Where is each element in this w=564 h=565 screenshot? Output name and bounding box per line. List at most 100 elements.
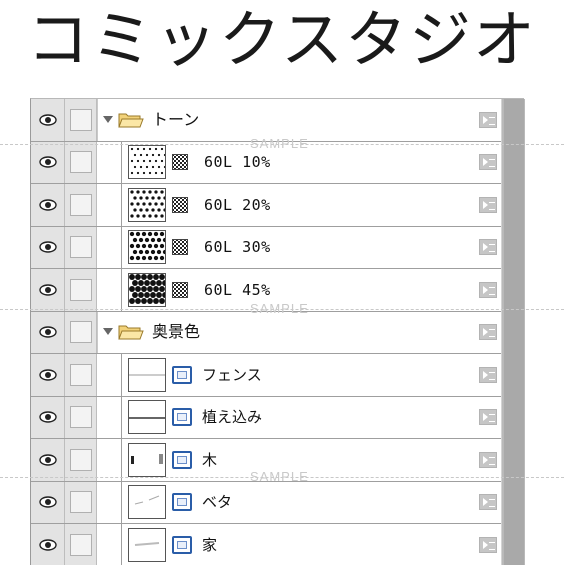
- layer-main[interactable]: 家: [121, 524, 501, 565]
- visibility-toggle[interactable]: [31, 269, 65, 311]
- eye-icon: [39, 326, 57, 338]
- visibility-toggle[interactable]: [31, 396, 65, 438]
- indent-spacer: [97, 481, 121, 523]
- lock-checkbox[interactable]: [70, 363, 92, 386]
- layer-row[interactable]: 60L 45%: [31, 269, 501, 312]
- layer-thumbnail: [128, 527, 166, 562]
- visibility-toggle[interactable]: [31, 99, 65, 141]
- layer-property-icon[interactable]: [479, 536, 497, 553]
- layer-property-icon[interactable]: [479, 494, 497, 511]
- chevron-down-icon[interactable]: [103, 115, 113, 123]
- folder-open-icon: [118, 325, 144, 340]
- layer-thumbnail: [128, 400, 166, 435]
- lock-checkbox[interactable]: [70, 533, 92, 556]
- lock-toggle[interactable]: [65, 354, 97, 396]
- visibility-toggle[interactable]: [31, 226, 65, 268]
- lock-checkbox[interactable]: [70, 108, 92, 131]
- layer-row[interactable]: フェンス: [31, 354, 501, 397]
- layer-property-icon[interactable]: [479, 111, 497, 128]
- layer-main[interactable]: フェンス: [121, 354, 501, 396]
- visibility-toggle[interactable]: [31, 439, 65, 481]
- layer-property-icon[interactable]: [479, 409, 497, 426]
- lock-checkbox[interactable]: [70, 193, 92, 216]
- layer-property-icon[interactable]: [479, 281, 497, 298]
- visibility-toggle[interactable]: [31, 354, 65, 396]
- eye-icon: [39, 454, 57, 466]
- layer-property-icon[interactable]: [479, 196, 497, 213]
- raster-thumbnail: [129, 417, 165, 419]
- layer-name: 奥景色: [152, 322, 201, 342]
- eye-icon: [39, 496, 57, 508]
- layer-row[interactable]: 60L 10%: [31, 141, 501, 184]
- lock-checkbox[interactable]: [70, 406, 92, 429]
- chevron-down-icon[interactable]: [103, 328, 113, 336]
- lock-checkbox[interactable]: [70, 491, 92, 514]
- lock-toggle[interactable]: [65, 269, 97, 311]
- layer-row[interactable]: 家: [31, 524, 501, 565]
- lock-toggle[interactable]: [65, 396, 97, 438]
- eye-icon: [39, 199, 57, 211]
- layer-main[interactable]: 60L 20%: [121, 184, 501, 226]
- eye-icon: [39, 241, 57, 253]
- layer-thumbnail: [128, 357, 166, 392]
- lock-toggle[interactable]: [65, 311, 97, 353]
- visibility-toggle[interactable]: [31, 311, 65, 353]
- raster-thumbnail: [134, 541, 160, 546]
- tone-layer-icon: [172, 281, 188, 298]
- layer-row[interactable]: 60L 30%: [31, 226, 501, 269]
- layer-main[interactable]: 奥景色: [97, 311, 501, 353]
- tone-layer-icon: [172, 154, 188, 171]
- layer-thumbnail: [128, 230, 168, 265]
- layer-name: 60L 45%: [204, 280, 271, 299]
- layer-main[interactable]: 60L 10%: [121, 141, 501, 183]
- visibility-toggle[interactable]: [31, 141, 65, 183]
- lock-toggle[interactable]: [65, 184, 97, 226]
- layer-main[interactable]: 60L 30%: [121, 226, 501, 268]
- layer-property-icon[interactable]: [479, 239, 497, 256]
- lock-toggle[interactable]: [65, 141, 97, 183]
- lock-checkbox[interactable]: [70, 151, 92, 174]
- layer-main[interactable]: ベタ: [121, 481, 501, 523]
- layer-name: トーン: [152, 109, 200, 129]
- eye-icon: [39, 284, 57, 296]
- tone-dot-pattern: [129, 232, 168, 261]
- layer-property-icon[interactable]: [479, 154, 497, 171]
- lock-checkbox[interactable]: [70, 321, 92, 344]
- layer-row[interactable]: ベタ: [31, 481, 501, 524]
- layer-thumbnail: [128, 145, 167, 180]
- layer-main[interactable]: 植え込み: [121, 396, 501, 438]
- lock-checkbox[interactable]: [70, 236, 92, 259]
- layer-row[interactable]: 植え込み: [31, 396, 501, 439]
- lock-toggle[interactable]: [65, 99, 97, 141]
- lock-toggle[interactable]: [65, 481, 97, 523]
- layer-property-icon[interactable]: [479, 451, 497, 468]
- layer-row[interactable]: トーン: [31, 99, 501, 142]
- tone-dot-pattern: [129, 273, 168, 304]
- lock-toggle[interactable]: [65, 439, 97, 481]
- lock-toggle[interactable]: [65, 226, 97, 268]
- lock-checkbox[interactable]: [70, 278, 92, 301]
- layer-property-icon[interactable]: [479, 366, 497, 383]
- indent-spacer: [97, 226, 121, 268]
- scrollbar[interactable]: [501, 99, 525, 565]
- layer-thumbnail: [128, 485, 166, 520]
- visibility-toggle[interactable]: [31, 481, 65, 523]
- layer-thumbnail: [128, 442, 166, 477]
- layer-main[interactable]: トーン: [97, 99, 501, 141]
- layer-main[interactable]: 木: [121, 439, 501, 481]
- layer-name: 60L 30%: [204, 238, 271, 257]
- scrollbar-thumb[interactable]: [504, 99, 524, 565]
- layer-property-icon[interactable]: [479, 324, 497, 341]
- raster-layer-icon: [172, 408, 192, 427]
- visibility-toggle[interactable]: [31, 184, 65, 226]
- raster-layer-icon: [172, 450, 192, 469]
- layer-row[interactable]: 木: [31, 439, 501, 482]
- lock-checkbox[interactable]: [70, 448, 92, 471]
- layer-row[interactable]: 奥景色: [31, 311, 501, 354]
- lock-toggle[interactable]: [65, 524, 97, 565]
- tone-dot-pattern: [130, 190, 167, 218]
- visibility-toggle[interactable]: [31, 524, 65, 565]
- layer-name: ベタ: [202, 493, 233, 512]
- layer-main[interactable]: 60L 45%: [121, 269, 501, 311]
- layer-row[interactable]: 60L 20%: [31, 184, 501, 227]
